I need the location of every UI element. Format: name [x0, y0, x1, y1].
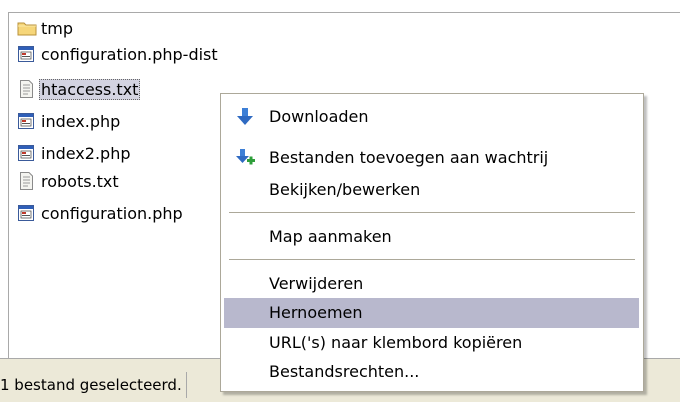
menu-label: Downloaden: [269, 107, 369, 126]
add-to-queue-icon: [234, 147, 256, 169]
status-text: 1 bestand geselecteerd.: [0, 372, 187, 398]
folder-icon: [17, 18, 37, 38]
menu-item-file-permissions[interactable]: Bestandsrechten...: [224, 357, 639, 387]
menu-label: Map aanmaken: [269, 227, 392, 246]
text-file-icon: [17, 79, 35, 99]
menu-label: URL('s) naar klembord kopiëren: [269, 333, 523, 352]
file-name: configuration.php: [41, 203, 183, 223]
menu-label: Hernoemen: [269, 303, 363, 322]
menu-item-view-edit[interactable]: Bekijken/bewerken: [224, 175, 639, 205]
file-name: configuration.php-dist: [41, 44, 218, 64]
menu-label: Bestandsrechten...: [269, 362, 420, 381]
file-name: htaccess.txt: [39, 78, 141, 100]
menu-item-delete[interactable]: Verwijderen: [224, 269, 639, 299]
list-item-tmp[interactable]: tmp: [17, 16, 75, 40]
list-item-robots-txt[interactable]: robots.txt: [17, 169, 121, 193]
file-manager-window: tmp configuration.php-dist htaccess.txt …: [0, 0, 680, 402]
file-name: tmp: [41, 18, 74, 38]
list-item-index-php[interactable]: index.php: [17, 109, 122, 133]
file-name: index2.php: [41, 143, 131, 163]
menu-item-download[interactable]: Downloaden: [224, 102, 639, 132]
menu-item-add-to-queue[interactable]: Bestanden toevoegen aan wachtrij: [224, 143, 639, 173]
menu-label: Bekijken/bewerken: [269, 180, 421, 199]
menu-separator: [229, 212, 635, 213]
menu-item-create-directory[interactable]: Map aanmaken: [224, 222, 639, 252]
menu-separator: [229, 259, 635, 260]
file-name: index.php: [41, 111, 121, 131]
menu-label: Verwijderen: [269, 274, 364, 293]
php-file-icon: [17, 143, 35, 163]
menu-item-rename[interactable]: Hernoemen: [224, 298, 639, 328]
list-item-configuration-php-dist[interactable]: configuration.php-dist: [17, 42, 220, 66]
list-item-index2-php[interactable]: index2.php: [17, 141, 133, 165]
context-menu: Downloaden Bestanden toevoegen aan wacht…: [220, 93, 644, 392]
file-name: robots.txt: [41, 171, 119, 191]
list-item-configuration-php[interactable]: configuration.php: [17, 201, 185, 225]
text-file-icon: [17, 171, 35, 191]
menu-label: Bestanden toevoegen aan wachtrij: [269, 148, 549, 167]
php-file-icon: [17, 203, 35, 223]
download-arrow-icon: [234, 106, 256, 128]
php-file-icon: [17, 111, 35, 131]
menu-item-copy-url[interactable]: URL('s) naar klembord kopiëren: [224, 328, 639, 358]
php-file-icon: [17, 44, 35, 64]
